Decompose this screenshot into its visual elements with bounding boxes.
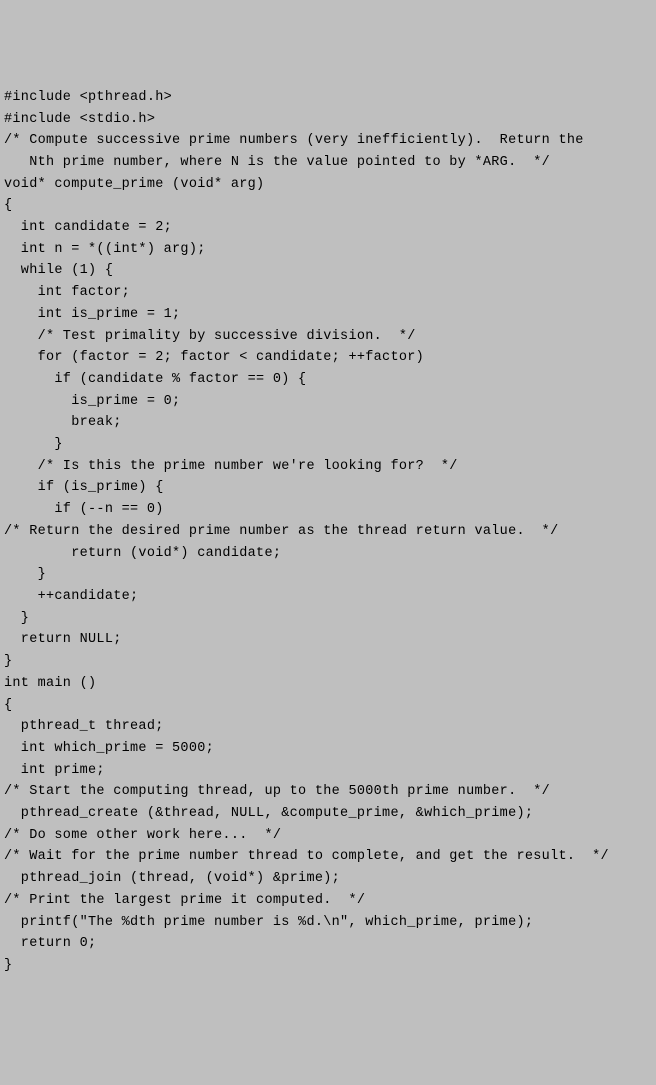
code-line: /* Test primality by successive division…	[4, 326, 652, 348]
code-line: /* Wait for the prime number thread to c…	[4, 846, 652, 868]
code-line: /* Compute successive prime numbers (ver…	[4, 130, 652, 152]
code-line: if (is_prime) {	[4, 477, 652, 499]
code-block: #include <pthread.h>#include <stdio.h>/*…	[4, 87, 652, 977]
code-line: #include <stdio.h>	[4, 109, 652, 131]
code-line: return 0;	[4, 933, 652, 955]
code-line: /* Is this the prime number we're lookin…	[4, 456, 652, 478]
code-line: pthread_join (thread, (void*) &prime);	[4, 868, 652, 890]
code-line: }	[4, 651, 652, 673]
code-line: pthread_create (&thread, NULL, &compute_…	[4, 803, 652, 825]
code-line: int is_prime = 1;	[4, 304, 652, 326]
code-line: Nth prime number, where N is the value p…	[4, 152, 652, 174]
code-line: }	[4, 564, 652, 586]
code-line: }	[4, 955, 652, 977]
code-line: if (candidate % factor == 0) {	[4, 369, 652, 391]
code-line: return (void*) candidate;	[4, 543, 652, 565]
code-line: /* Start the computing thread, up to the…	[4, 781, 652, 803]
code-line: int candidate = 2;	[4, 217, 652, 239]
code-line: /* Do some other work here... */	[4, 825, 652, 847]
code-line: /* Return the desired prime number as th…	[4, 521, 652, 543]
code-line: printf("The %dth prime number is %d.\n",…	[4, 912, 652, 934]
code-line: int which_prime = 5000;	[4, 738, 652, 760]
code-line: if (--n == 0)	[4, 499, 652, 521]
code-line: int main ()	[4, 673, 652, 695]
code-line: pthread_t thread;	[4, 716, 652, 738]
code-line: /* Print the largest prime it computed. …	[4, 890, 652, 912]
code-line: is_prime = 0;	[4, 391, 652, 413]
code-line: {	[4, 195, 652, 217]
code-line: }	[4, 608, 652, 630]
code-line: int prime;	[4, 760, 652, 782]
code-line: return NULL;	[4, 629, 652, 651]
code-line: for (factor = 2; factor < candidate; ++f…	[4, 347, 652, 369]
code-line: int factor;	[4, 282, 652, 304]
code-line: }	[4, 434, 652, 456]
code-line: ++candidate;	[4, 586, 652, 608]
code-line: void* compute_prime (void* arg)	[4, 174, 652, 196]
code-line: {	[4, 695, 652, 717]
code-line: int n = *((int*) arg);	[4, 239, 652, 261]
code-line: while (1) {	[4, 260, 652, 282]
code-line: #include <pthread.h>	[4, 87, 652, 109]
code-line: break;	[4, 412, 652, 434]
